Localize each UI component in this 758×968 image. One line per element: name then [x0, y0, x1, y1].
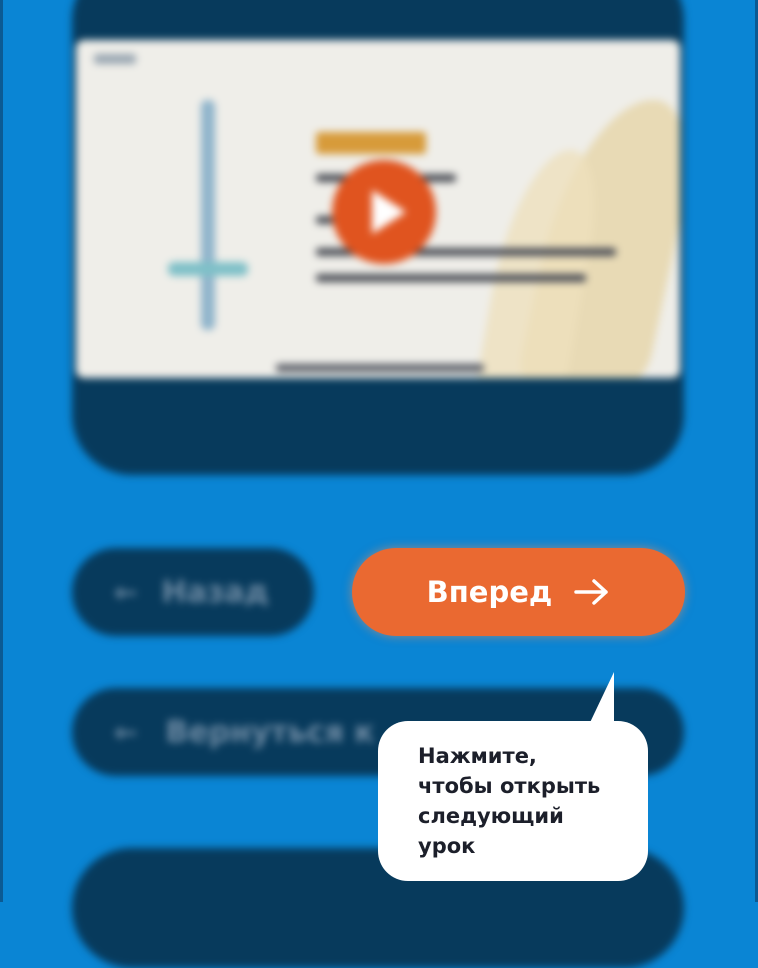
play-icon[interactable]	[332, 160, 436, 264]
back-button-label: Назад	[161, 574, 269, 610]
sword-guard-illustration	[168, 262, 248, 276]
back-button[interactable]: ← Назад	[72, 548, 314, 636]
forward-button[interactable]: Вперед	[352, 548, 685, 636]
tooltip-line: чтобы открыть	[418, 774, 601, 798]
video-thumbnail-logo	[94, 54, 136, 64]
video-thumbnail-heading	[316, 132, 426, 154]
arrow-left-icon: ←	[114, 575, 138, 609]
video-card	[72, 0, 684, 475]
tooltip-line: Нажмите,	[418, 744, 537, 768]
arrow-right-icon	[574, 579, 609, 605]
video-thumbnail-caption	[276, 364, 484, 372]
video-player[interactable]	[76, 40, 680, 378]
arrow-left-icon: ←	[114, 715, 138, 749]
tooltip-line: следующий	[418, 804, 564, 828]
forward-button-label: Вперед	[426, 575, 553, 609]
hint-tooltip: Нажмите, чтобы открыть следующий урок	[378, 721, 648, 881]
sword-illustration	[201, 100, 215, 330]
video-thumbnail-text	[316, 274, 586, 282]
tooltip-line: урок	[418, 834, 476, 858]
frame-edge-left	[0, 0, 3, 902]
